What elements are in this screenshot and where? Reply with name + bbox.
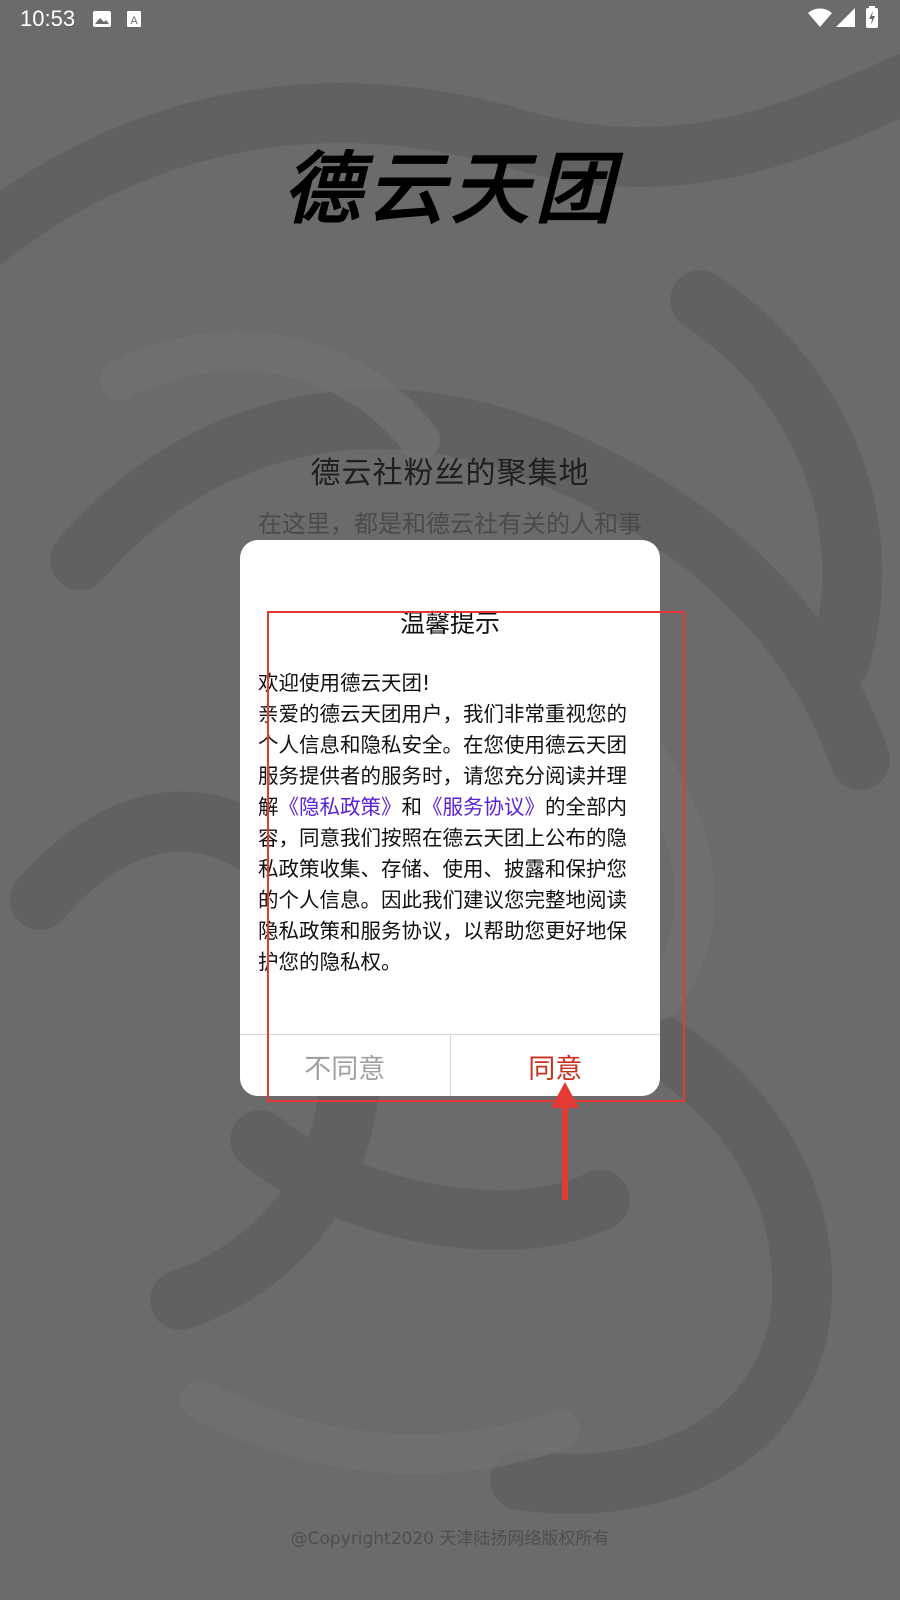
svg-text:A: A [130, 15, 138, 27]
image-icon [93, 11, 111, 27]
wifi-icon [808, 8, 832, 27]
subtagline: 在这里，都是和德云社有关的人和事 [258, 510, 642, 538]
status-time: 10:53 [20, 6, 76, 31]
app-logo: 德云天团 [268, 140, 634, 240]
battery-icon [866, 6, 878, 28]
annotation-highlight-box [267, 611, 685, 1102]
font-icon: A [127, 11, 141, 27]
annotation-arrow-icon [551, 1082, 579, 1200]
status-bar: 10:53 A [0, 0, 900, 36]
tagline: 德云社粉丝的聚集地 [310, 456, 590, 491]
signal-icon [836, 8, 855, 27]
logo-text: 德云天团 [282, 144, 619, 235]
copyright-text: @Copyright2020 天津陆扬网络版权所有 [290, 1529, 610, 1549]
